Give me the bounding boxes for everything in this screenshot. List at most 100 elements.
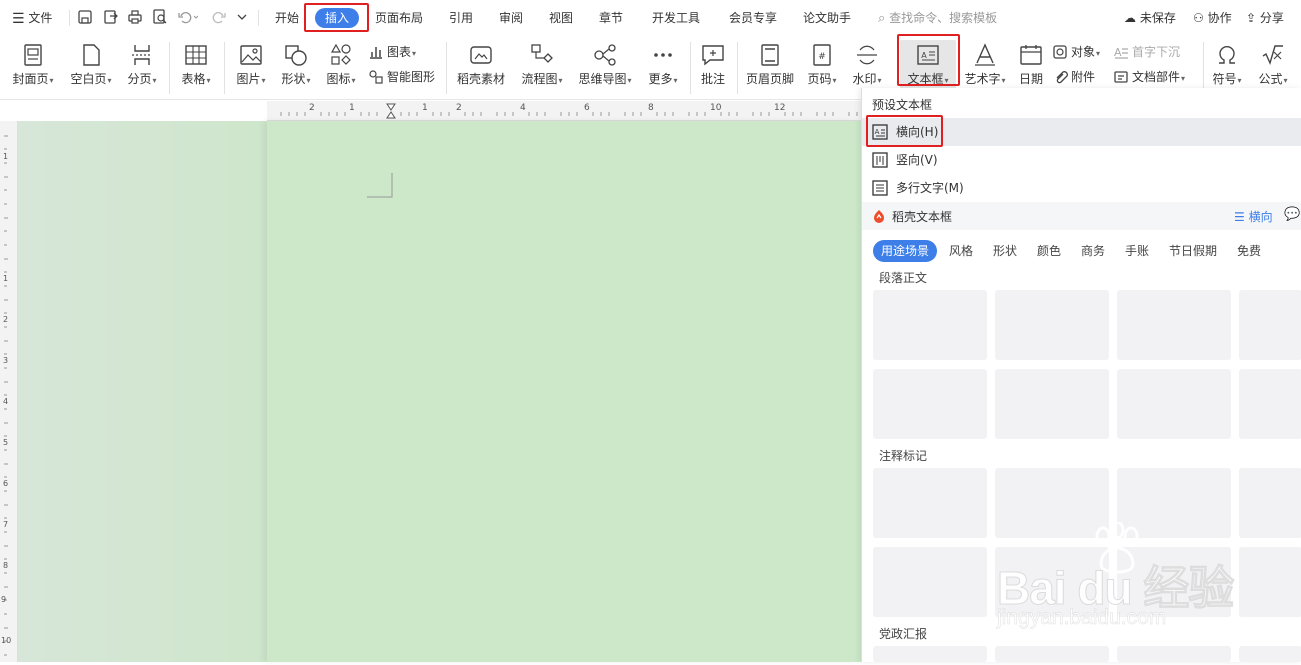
- template-tile[interactable]: [873, 290, 987, 360]
- category-business[interactable]: 商务: [1081, 240, 1105, 262]
- template-tile[interactable]: [873, 468, 987, 538]
- date-label: 日期: [1018, 72, 1043, 86]
- template-tile[interactable]: [1239, 468, 1301, 538]
- shape-button[interactable]: 形状▾: [276, 40, 316, 92]
- attachment-button[interactable]: 附件: [1052, 67, 1095, 87]
- docer-material-button[interactable]: 稻壳素材: [454, 40, 508, 92]
- smart-shape-button[interactable]: 智能图形: [368, 67, 435, 87]
- export-pdf-icon[interactable]: [102, 8, 120, 26]
- template-tile[interactable]: [1117, 646, 1231, 662]
- tab-member[interactable]: 会员专享: [729, 10, 777, 26]
- template-tile[interactable]: [1117, 468, 1231, 538]
- page-number-label: 页码: [807, 72, 832, 86]
- undo-icon[interactable]: [176, 8, 198, 26]
- icon-label: 图标: [326, 72, 351, 86]
- page-number-button[interactable]: # 页码▾: [802, 40, 842, 92]
- template-tile[interactable]: [1117, 369, 1231, 439]
- doc-parts-icon: [1114, 71, 1128, 83]
- category-holiday[interactable]: 节日假期: [1169, 240, 1217, 262]
- chart-button[interactable]: 图表▾: [368, 42, 416, 62]
- template-tile[interactable]: [1117, 290, 1231, 360]
- tab-references[interactable]: 引用: [449, 10, 473, 26]
- tab-section[interactable]: 章节: [599, 10, 623, 26]
- mindmap-button[interactable]: 思维导图▾: [575, 40, 635, 92]
- formula-label: 公式: [1258, 72, 1283, 86]
- page-break-button[interactable]: 分页▾: [122, 40, 162, 92]
- template-tile[interactable]: [1117, 547, 1231, 617]
- template-tile[interactable]: [995, 369, 1109, 439]
- multiline-text-icon: [872, 180, 888, 196]
- blank-page-label: 空白页: [70, 72, 107, 86]
- unsaved-status[interactable]: ☁ 未保存: [1124, 10, 1176, 26]
- save-icon[interactable]: [76, 8, 94, 26]
- template-tile[interactable]: [1239, 646, 1301, 662]
- category-style[interactable]: 风格: [949, 240, 973, 262]
- template-tile[interactable]: [1239, 547, 1301, 617]
- template-tile[interactable]: [995, 646, 1109, 662]
- template-tile[interactable]: [873, 369, 987, 439]
- tab-page-layout[interactable]: 页面布局: [375, 10, 423, 26]
- object-button[interactable]: 对象▾: [1052, 42, 1100, 62]
- flowchart-label: 流程图: [521, 72, 558, 86]
- ruler-number: 6: [584, 103, 590, 113]
- tab-thesis-assistant[interactable]: 论文助手: [803, 10, 851, 26]
- divider: [1203, 42, 1204, 94]
- tab-review[interactable]: 审阅: [499, 10, 523, 26]
- option-label: 多行文字(M): [896, 181, 964, 195]
- template-tile[interactable]: [873, 547, 987, 617]
- collaborate-button[interactable]: ⚇ 协作: [1193, 10, 1232, 26]
- tab-developer[interactable]: 开发工具: [652, 10, 700, 26]
- header-footer-button[interactable]: 页眉页脚: [743, 40, 797, 92]
- watermark-button[interactable]: 水印▾: [847, 40, 887, 92]
- doc-parts-label: 文档部件: [1132, 70, 1181, 84]
- ruler-corner: [0, 101, 267, 121]
- category-color[interactable]: 颜色: [1037, 240, 1061, 262]
- table-button[interactable]: 表格▾: [176, 40, 216, 92]
- category-free[interactable]: 免费: [1237, 240, 1261, 262]
- more-dots-icon: [654, 53, 672, 57]
- flowchart-icon: [531, 44, 553, 63]
- customize-chevron-icon[interactable]: [236, 8, 248, 26]
- redo-icon[interactable]: [210, 8, 228, 26]
- blank-page-button[interactable]: 空白页▾: [66, 40, 116, 92]
- template-tile[interactable]: [995, 290, 1109, 360]
- category-journal[interactable]: 手账: [1125, 240, 1149, 262]
- vertical-ruler[interactable]: 1 1 2 3 4 5 6 7 8 9 10: [0, 121, 18, 662]
- template-tile[interactable]: [1239, 290, 1301, 360]
- dropcap-button[interactable]: A 首字下沉: [1113, 42, 1180, 62]
- ruler-number: 6: [3, 479, 9, 488]
- ruler-number: 3: [3, 356, 9, 365]
- orientation-toggle[interactable]: ☰ 横向: [1234, 208, 1273, 225]
- comment-button[interactable]: 批注: [696, 40, 730, 92]
- icon-button[interactable]: 图标▾: [321, 40, 361, 92]
- formula-button[interactable]: 公式▾: [1253, 40, 1293, 92]
- wordart-button[interactable]: 艺术字▾: [960, 40, 1010, 92]
- option-multiline-text[interactable]: 多行文字(M): [862, 174, 1301, 202]
- horizontal-ruler[interactable]: 2 1 1 2 4 6 8 10 12: [267, 101, 861, 121]
- more-button[interactable]: 更多▾: [643, 40, 683, 92]
- print-preview-icon[interactable]: [151, 8, 169, 26]
- feedback-icon[interactable]: 💬: [1284, 207, 1300, 222]
- docer-textbox-header: 稻壳文本框 ☰ 横向 💬: [862, 202, 1301, 230]
- share-button[interactable]: ⇪ 分享: [1246, 10, 1284, 26]
- symbol-button[interactable]: 符号▾: [1207, 40, 1247, 92]
- template-tile[interactable]: [1239, 369, 1301, 439]
- picture-button[interactable]: 图片▾: [231, 40, 271, 92]
- tab-home[interactable]: 开始: [275, 10, 299, 26]
- category-usage-scene[interactable]: 用途场景: [881, 240, 929, 262]
- tab-view[interactable]: 视图: [549, 10, 573, 26]
- comment-icon: [702, 45, 724, 66]
- template-tile[interactable]: [873, 646, 987, 662]
- doc-parts-button[interactable]: 文档部件▾: [1113, 67, 1185, 87]
- file-menu[interactable]: ☰ 文件: [12, 10, 52, 27]
- document-page[interactable]: [267, 121, 861, 662]
- command-search[interactable]: ⌕ 查找命令、搜索模板: [878, 10, 997, 27]
- option-vertical-textbox[interactable]: 竖向(V): [862, 146, 1301, 174]
- print-icon[interactable]: [126, 8, 144, 26]
- template-tile[interactable]: [995, 547, 1109, 617]
- category-shape[interactable]: 形状: [993, 240, 1017, 262]
- cover-page-button[interactable]: 封面页▾: [8, 40, 58, 92]
- flowchart-button[interactable]: 流程图▾: [517, 40, 567, 92]
- template-tile[interactable]: [995, 468, 1109, 538]
- date-button[interactable]: 日期: [1014, 40, 1048, 92]
